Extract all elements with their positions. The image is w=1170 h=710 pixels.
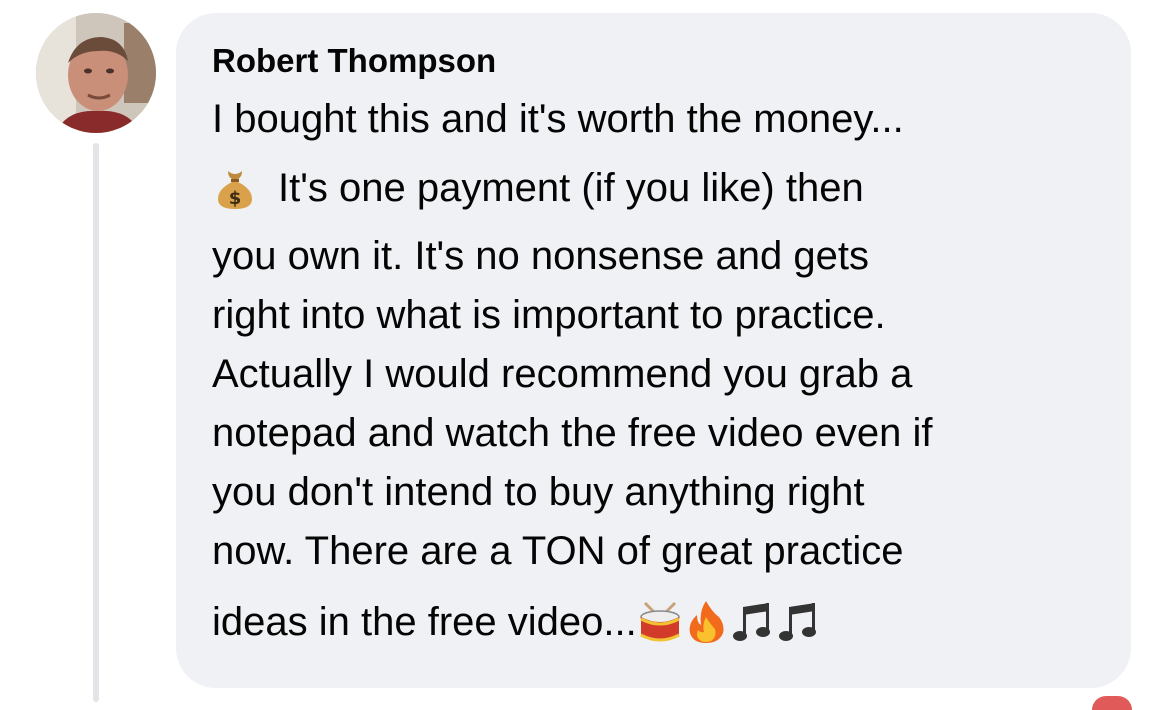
comment-text-line: right into what is important to practice… — [212, 293, 886, 337]
comment-text-segment: ideas in the free video... — [212, 600, 637, 644]
comment-text-line: Actually I would recommend you grab a — [212, 352, 913, 396]
comment-text-line: I bought this and it's worth the money..… — [212, 97, 904, 141]
music-notes-icon — [729, 599, 775, 645]
thread-line — [93, 143, 99, 702]
comment-text-line: ideas in the free video... — [212, 583, 1111, 661]
comment-text-segment: It's one payment (if you like) then — [278, 166, 864, 210]
comment-text-line: now. There are a TON of great practice — [212, 529, 904, 573]
fire-icon — [683, 599, 729, 645]
comment-author[interactable]: Robert Thompson — [212, 39, 1111, 83]
drum-icon — [637, 599, 683, 645]
comment-text-line: notepad and watch the free video even if — [212, 411, 933, 455]
comment-text-line: you own it. It's no nonsense and gets — [212, 234, 869, 278]
money-bag-icon: $ — [212, 165, 258, 211]
profile-photo-icon — [36, 13, 156, 133]
avatar[interactable] — [36, 13, 156, 133]
comment-text-line: $ It's one payment (if you like) then — [212, 149, 1111, 227]
music-notes-icon — [775, 599, 821, 645]
reaction-badge[interactable] — [1092, 696, 1132, 710]
comment-text-line: you don't intend to buy anything right — [212, 470, 865, 514]
comment-bubble[interactable]: Robert Thompson I bought this and it's w… — [176, 13, 1131, 688]
svg-text:$: $ — [229, 188, 242, 209]
